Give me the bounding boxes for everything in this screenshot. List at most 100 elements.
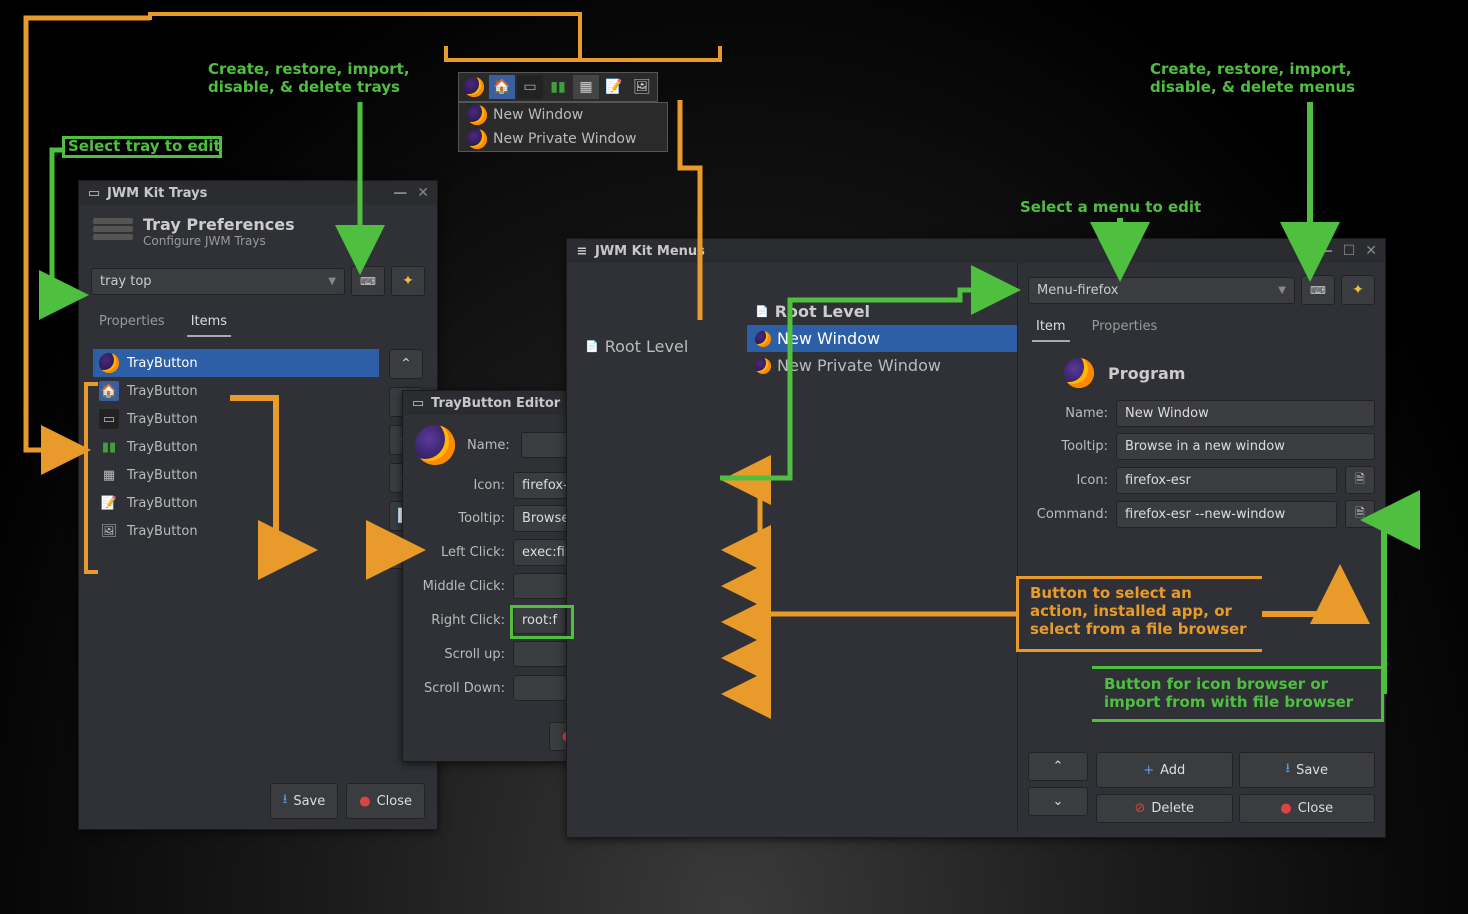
trays-title-icon: ▭ [87, 186, 101, 200]
scroll-down-label: Scroll Down: [415, 681, 505, 696]
move-up-button[interactable]: ⌃ [389, 349, 423, 379]
trays-titlebar[interactable]: ▭ JWM Kit Trays — ✕ [79, 181, 437, 205]
delete-button[interactable]: ⊘Delete [1096, 794, 1233, 823]
box-icon-annot [1092, 666, 1384, 722]
close-dot-icon: ● [1280, 801, 1291, 816]
jwm-kit-trays-window: ▭ JWM Kit Trays — ✕ Tray Preferences Con… [78, 180, 438, 830]
save-icon: ⭳ [1286, 759, 1291, 781]
popup-new-window-label: New Window [493, 107, 583, 123]
tab-menu-properties[interactable]: Properties [1088, 313, 1162, 342]
close-button[interactable]: ●Close [346, 783, 425, 819]
trays-header-title: Tray Preferences [143, 215, 295, 234]
editor-firefox-icon [415, 425, 459, 465]
tooltip-label: Tooltip: [415, 511, 505, 526]
name-label: Name: [467, 438, 513, 453]
menu-icon-input[interactable]: firefox-esr [1116, 467, 1337, 494]
chevron-down-icon: ▼ [328, 276, 336, 287]
list-item[interactable]: TrayButton [93, 349, 379, 377]
tray-preview-terminal: ▭ [517, 75, 543, 99]
box-action-annot [1016, 576, 1262, 652]
trays-title: JWM Kit Trays [107, 186, 207, 201]
popup-new-window[interactable]: New Window [459, 103, 667, 127]
menus-title-icon: ≡ [575, 244, 589, 258]
plus-icon: + [1143, 763, 1154, 778]
menu-keyboard-button[interactable]: ⌨ [1301, 275, 1335, 305]
save-icon: ⭳ [283, 790, 288, 812]
maximize-icon[interactable]: ☐ [1343, 243, 1356, 259]
tree-root-label: Root Level [605, 337, 689, 356]
root-icon: 📄 [755, 305, 769, 318]
left-click-label: Left Click: [415, 545, 505, 560]
tree-sub-root[interactable]: 📄 Root Level [747, 298, 1017, 325]
tray-items-list: TrayButton 🏠TrayButton ▭TrayButton ▮▮Tra… [93, 349, 379, 569]
menu-icon-label: Icon: [1028, 473, 1108, 488]
trays-header: Tray Preferences Configure JWM Trays [79, 205, 437, 258]
mini-tray-preview: 🏠 ▭ ▮▮ ▦ 📝 🖼 [458, 72, 658, 102]
menus-tabs: Item Properties [1028, 309, 1375, 342]
menu-close-button[interactable]: ●Close [1239, 794, 1376, 823]
tray-keyboard-button[interactable]: ⌨ [351, 266, 385, 296]
list-item[interactable]: ▭TrayButton [93, 405, 379, 433]
tray-preview-calc: ▦ [573, 75, 599, 99]
add-button[interactable]: +Add [1096, 752, 1233, 788]
tray-preview-art: 🖼 [629, 75, 655, 99]
tray-preview-notes: 📝 [601, 75, 627, 99]
menu-name-label: Name: [1028, 406, 1108, 421]
tray-preview-firefox [461, 75, 487, 99]
menu-move-down[interactable]: ⌄ [1028, 787, 1088, 816]
annotation-select-tray: Select tray to edit [68, 137, 221, 155]
program-icon [1064, 358, 1094, 388]
menu-select-dropdown[interactable]: Menu-firefox ▼ [1028, 277, 1295, 304]
list-item[interactable]: 🖼TrayButton [93, 517, 379, 545]
close-dot-icon: ● [359, 794, 370, 809]
tray-new-button[interactable]: ✦ [391, 266, 425, 296]
save-button[interactable]: ⭳Save [270, 783, 338, 819]
tree-new-window[interactable]: New Window [747, 325, 1017, 352]
tray-preview-home: 🏠 [489, 75, 515, 99]
mini-tray-popup: New Window New Private Window [458, 102, 668, 152]
menu-new-button[interactable]: ✦ [1341, 275, 1375, 305]
menus-title: JWM Kit Menus [595, 244, 705, 259]
trays-header-sub: Configure JWM Trays [143, 234, 295, 248]
middle-click-label: Middle Click: [415, 579, 505, 594]
tab-item[interactable]: Item [1032, 313, 1070, 342]
tree-new-private[interactable]: New Private Window [747, 352, 1017, 379]
close-icon[interactable]: ✕ [417, 185, 429, 201]
editor-title: TrayButton Editor [431, 396, 560, 411]
trays-tabs: Properties Items [79, 304, 437, 337]
list-item[interactable]: 🏠TrayButton [93, 377, 379, 405]
editor-title-icon: ▭ [411, 396, 425, 410]
tray-select-dropdown[interactable]: tray top ▼ [91, 268, 345, 295]
box-rootf [510, 605, 574, 639]
tab-items[interactable]: Items [187, 308, 231, 337]
menu-move-up[interactable]: ⌃ [1028, 752, 1088, 781]
annotation-create-menus: Create, restore, import, disable, & dele… [1150, 60, 1355, 96]
popup-new-private-label: New Private Window [493, 131, 636, 147]
chevron-down-icon: ▼ [1278, 285, 1286, 296]
minimize-icon[interactable]: — [393, 185, 407, 201]
right-click-label: Right Click: [415, 613, 505, 628]
close-icon[interactable]: ✕ [1365, 243, 1377, 259]
trays-header-icon [93, 218, 133, 246]
tab-properties[interactable]: Properties [95, 308, 169, 337]
tray-select-value: tray top [100, 274, 152, 289]
annotation-create-trays: Create, restore, import, disable, & dele… [208, 60, 410, 96]
menus-titlebar[interactable]: ≡ JWM Kit Menus — ☐ ✕ [567, 239, 1385, 263]
menu-command-browse[interactable]: 🗎 [1345, 500, 1375, 528]
menu-tooltip-input[interactable]: Browse in a new window [1116, 433, 1375, 460]
program-label: Program [1108, 364, 1185, 383]
menu-icon-browse[interactable]: 🗎 [1345, 466, 1375, 494]
delete-icon: ⊘ [1134, 801, 1145, 816]
list-item[interactable]: 📝TrayButton [93, 489, 379, 517]
jwm-kit-menus-window: ≡ JWM Kit Menus — ☐ ✕ 📄 Root Level 📄 Roo… [566, 238, 1386, 838]
menu-save-button[interactable]: ⭳Save [1239, 752, 1376, 788]
list-item[interactable]: ▮▮TrayButton [93, 433, 379, 461]
menu-name-input[interactable]: New Window [1116, 400, 1375, 427]
list-item[interactable]: ▦TrayButton [93, 461, 379, 489]
menu-tooltip-label: Tooltip: [1028, 439, 1108, 454]
menu-command-input[interactable]: firefox-esr --new-window [1116, 501, 1337, 528]
annotation-select-menu: Select a menu to edit [1020, 198, 1201, 216]
scroll-up-label: Scroll up: [415, 647, 505, 662]
minimize-icon[interactable]: — [1319, 243, 1333, 259]
popup-new-private[interactable]: New Private Window [459, 127, 667, 151]
